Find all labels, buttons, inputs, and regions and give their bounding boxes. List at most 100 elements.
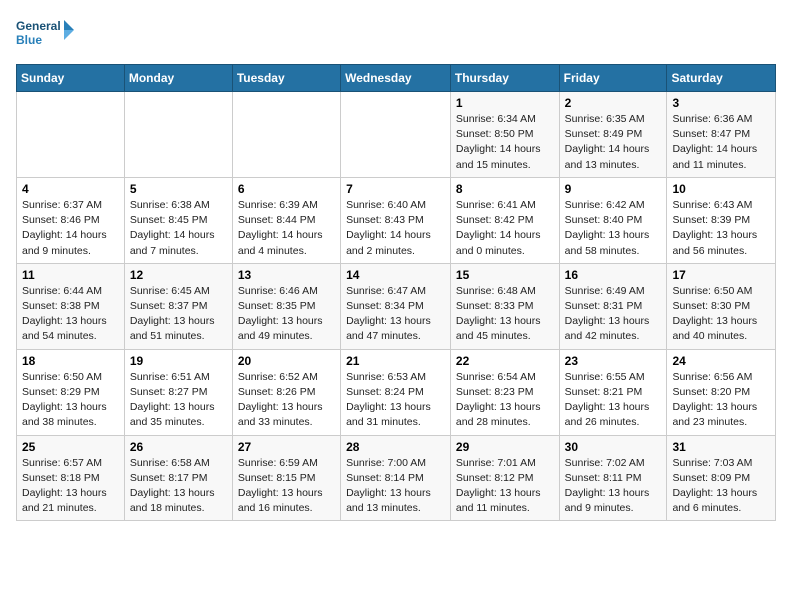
calendar-cell bbox=[124, 92, 232, 178]
calendar-cell: 14Sunrise: 6:47 AM Sunset: 8:34 PM Dayli… bbox=[341, 263, 451, 349]
day-info: Sunrise: 6:58 AM Sunset: 8:17 PM Dayligh… bbox=[130, 456, 227, 517]
day-info: Sunrise: 6:51 AM Sunset: 8:27 PM Dayligh… bbox=[130, 370, 227, 431]
weekday-header-cell: Thursday bbox=[450, 65, 559, 92]
day-number: 30 bbox=[565, 440, 662, 454]
calendar-week-row: 11 Sunrise: 6:44 AM Sunset: 8:38 PM Dayli… bbox=[17, 263, 776, 349]
calendar-cell bbox=[341, 92, 451, 178]
day-info: Sunrise: 6:57 AM Sunset: 8:18 PM Dayligh… bbox=[22, 456, 119, 517]
day-info: Sunrise: 6:40 AM Sunset: 8:43 PM Dayligh… bbox=[346, 198, 445, 259]
day-number: 22 bbox=[456, 354, 554, 368]
day-info: Sunrise: 7:02 AM Sunset: 8:11 PM Dayligh… bbox=[565, 456, 662, 517]
day-number: 15 bbox=[456, 268, 554, 282]
day-info: Sunrise: 6:41 AM Sunset: 8:42 PM Dayligh… bbox=[456, 198, 554, 259]
day-info: Sunrise: 6:53 AM Sunset: 8:24 PM Dayligh… bbox=[346, 370, 445, 431]
day-info: Sunrise: 6:45 AM Sunset: 8:37 PM Dayligh… bbox=[130, 284, 227, 345]
day-number: 23 bbox=[565, 354, 662, 368]
calendar-week-row: 25 Sunrise: 6:57 AM Sunset: 8:18 PM Dayli… bbox=[17, 435, 776, 521]
day-number: 25 bbox=[22, 440, 119, 454]
weekday-header-cell: Tuesday bbox=[232, 65, 340, 92]
day-info: Sunrise: 6:36 AM Sunset: 8:47 PM Dayligh… bbox=[672, 112, 770, 173]
calendar-cell: 6Sunrise: 6:39 AM Sunset: 8:44 PM Daylig… bbox=[232, 177, 340, 263]
calendar-cell: 10 Sunrise: 6:43 AM Sunset: 8:39 PM Dayli… bbox=[667, 177, 776, 263]
day-info: Sunrise: 6:47 AM Sunset: 8:34 PM Dayligh… bbox=[346, 284, 445, 345]
calendar-cell: 7 Sunrise: 6:40 AM Sunset: 8:43 PM Daylig… bbox=[341, 177, 451, 263]
day-number: 5 bbox=[130, 182, 227, 196]
weekday-header-row: SundayMondayTuesdayWednesdayThursdayFrid… bbox=[17, 65, 776, 92]
day-info: Sunrise: 6:50 AM Sunset: 8:30 PM Dayligh… bbox=[672, 284, 770, 345]
day-number: 2 bbox=[565, 96, 662, 110]
logo-svg: General Blue bbox=[16, 16, 76, 52]
day-info: Sunrise: 7:01 AM Sunset: 8:12 PM Dayligh… bbox=[456, 456, 554, 517]
weekday-header-cell: Friday bbox=[559, 65, 667, 92]
calendar-cell: 27Sunrise: 6:59 AM Sunset: 8:15 PM Dayli… bbox=[232, 435, 340, 521]
day-number: 4 bbox=[22, 182, 119, 196]
day-number: 29 bbox=[456, 440, 554, 454]
weekday-header-cell: Saturday bbox=[667, 65, 776, 92]
calendar-cell: 21 Sunrise: 6:53 AM Sunset: 8:24 PM Dayli… bbox=[341, 349, 451, 435]
day-number: 7 bbox=[346, 182, 445, 196]
calendar-cell: 22Sunrise: 6:54 AM Sunset: 8:23 PM Dayli… bbox=[450, 349, 559, 435]
page-header: General Blue bbox=[16, 16, 776, 52]
calendar-cell: 1Sunrise: 6:34 AM Sunset: 8:50 PM Daylig… bbox=[450, 92, 559, 178]
calendar-cell: 15 Sunrise: 6:48 AM Sunset: 8:33 PM Dayli… bbox=[450, 263, 559, 349]
day-info: Sunrise: 6:48 AM Sunset: 8:33 PM Dayligh… bbox=[456, 284, 554, 345]
calendar-cell: 23 Sunrise: 6:55 AM Sunset: 8:21 PM Dayli… bbox=[559, 349, 667, 435]
day-info: Sunrise: 6:43 AM Sunset: 8:39 PM Dayligh… bbox=[672, 198, 770, 259]
svg-text:Blue: Blue bbox=[16, 33, 42, 47]
svg-text:General: General bbox=[16, 19, 61, 33]
logo: General Blue bbox=[16, 16, 76, 52]
day-number: 26 bbox=[130, 440, 227, 454]
calendar-table: SundayMondayTuesdayWednesdayThursdayFrid… bbox=[16, 64, 776, 521]
day-info: Sunrise: 6:37 AM Sunset: 8:46 PM Dayligh… bbox=[22, 198, 119, 259]
day-info: Sunrise: 6:38 AM Sunset: 8:45 PM Dayligh… bbox=[130, 198, 227, 259]
day-number: 19 bbox=[130, 354, 227, 368]
calendar-cell: 26 Sunrise: 6:58 AM Sunset: 8:17 PM Dayli… bbox=[124, 435, 232, 521]
calendar-cell: 31 Sunrise: 7:03 AM Sunset: 8:09 PM Dayli… bbox=[667, 435, 776, 521]
calendar-cell: 24 Sunrise: 6:56 AM Sunset: 8:20 PM Dayli… bbox=[667, 349, 776, 435]
day-info: Sunrise: 7:03 AM Sunset: 8:09 PM Dayligh… bbox=[672, 456, 770, 517]
calendar-cell: 3Sunrise: 6:36 AM Sunset: 8:47 PM Daylig… bbox=[667, 92, 776, 178]
calendar-cell: 28Sunrise: 7:00 AM Sunset: 8:14 PM Dayli… bbox=[341, 435, 451, 521]
calendar-week-row: 1Sunrise: 6:34 AM Sunset: 8:50 PM Daylig… bbox=[17, 92, 776, 178]
calendar-cell: 11 Sunrise: 6:44 AM Sunset: 8:38 PM Dayli… bbox=[17, 263, 125, 349]
day-number: 21 bbox=[346, 354, 445, 368]
calendar-cell: 13Sunrise: 6:46 AM Sunset: 8:35 PM Dayli… bbox=[232, 263, 340, 349]
calendar-cell: 16Sunrise: 6:49 AM Sunset: 8:31 PM Dayli… bbox=[559, 263, 667, 349]
day-info: Sunrise: 6:59 AM Sunset: 8:15 PM Dayligh… bbox=[238, 456, 335, 517]
day-info: Sunrise: 6:44 AM Sunset: 8:38 PM Dayligh… bbox=[22, 284, 119, 345]
calendar-cell: 30 Sunrise: 7:02 AM Sunset: 8:11 PM Dayli… bbox=[559, 435, 667, 521]
day-info: Sunrise: 6:55 AM Sunset: 8:21 PM Dayligh… bbox=[565, 370, 662, 431]
day-info: Sunrise: 6:50 AM Sunset: 8:29 PM Dayligh… bbox=[22, 370, 119, 431]
day-number: 10 bbox=[672, 182, 770, 196]
day-info: Sunrise: 6:52 AM Sunset: 8:26 PM Dayligh… bbox=[238, 370, 335, 431]
day-number: 18 bbox=[22, 354, 119, 368]
day-number: 20 bbox=[238, 354, 335, 368]
day-info: Sunrise: 6:34 AM Sunset: 8:50 PM Dayligh… bbox=[456, 112, 554, 173]
day-number: 24 bbox=[672, 354, 770, 368]
calendar-body: 1Sunrise: 6:34 AM Sunset: 8:50 PM Daylig… bbox=[17, 92, 776, 521]
calendar-cell: 9 Sunrise: 6:42 AM Sunset: 8:40 PM Daylig… bbox=[559, 177, 667, 263]
day-number: 12 bbox=[130, 268, 227, 282]
day-info: Sunrise: 6:35 AM Sunset: 8:49 PM Dayligh… bbox=[565, 112, 662, 173]
day-number: 9 bbox=[565, 182, 662, 196]
day-number: 31 bbox=[672, 440, 770, 454]
day-info: Sunrise: 6:49 AM Sunset: 8:31 PM Dayligh… bbox=[565, 284, 662, 345]
day-number: 11 bbox=[22, 268, 119, 282]
calendar-cell: 2 Sunrise: 6:35 AM Sunset: 8:49 PM Daylig… bbox=[559, 92, 667, 178]
calendar-cell: 12 Sunrise: 6:45 AM Sunset: 8:37 PM Dayli… bbox=[124, 263, 232, 349]
day-number: 17 bbox=[672, 268, 770, 282]
calendar-cell: 5 Sunrise: 6:38 AM Sunset: 8:45 PM Daylig… bbox=[124, 177, 232, 263]
day-info: Sunrise: 6:42 AM Sunset: 8:40 PM Dayligh… bbox=[565, 198, 662, 259]
day-number: 8 bbox=[456, 182, 554, 196]
calendar-cell: 17 Sunrise: 6:50 AM Sunset: 8:30 PM Dayli… bbox=[667, 263, 776, 349]
calendar-cell bbox=[17, 92, 125, 178]
day-number: 13 bbox=[238, 268, 335, 282]
calendar-cell: 8 Sunrise: 6:41 AM Sunset: 8:42 PM Daylig… bbox=[450, 177, 559, 263]
calendar-week-row: 18 Sunrise: 6:50 AM Sunset: 8:29 PM Dayli… bbox=[17, 349, 776, 435]
calendar-cell: 29 Sunrise: 7:01 AM Sunset: 8:12 PM Dayli… bbox=[450, 435, 559, 521]
calendar-cell bbox=[232, 92, 340, 178]
day-number: 28 bbox=[346, 440, 445, 454]
calendar-cell: 18 Sunrise: 6:50 AM Sunset: 8:29 PM Dayli… bbox=[17, 349, 125, 435]
calendar-cell: 19 Sunrise: 6:51 AM Sunset: 8:27 PM Dayli… bbox=[124, 349, 232, 435]
day-info: Sunrise: 6:56 AM Sunset: 8:20 PM Dayligh… bbox=[672, 370, 770, 431]
